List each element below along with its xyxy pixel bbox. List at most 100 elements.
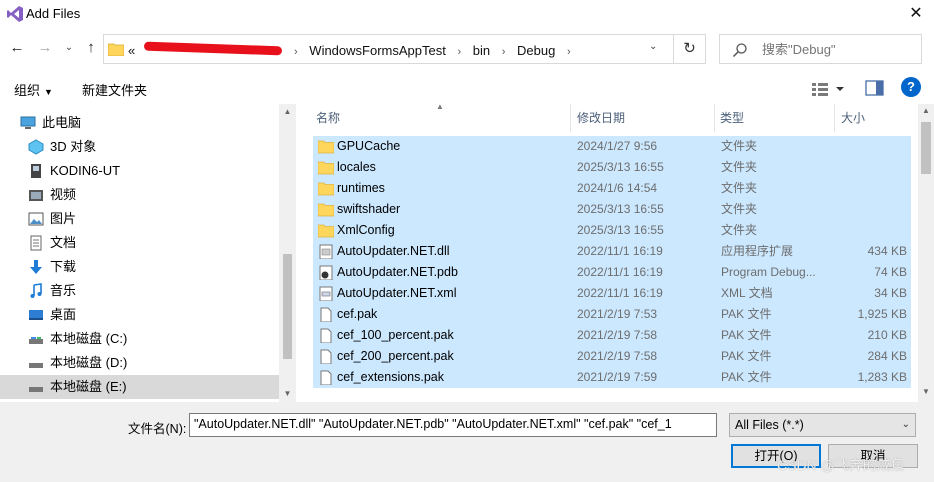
sidebar-item-disk-d[interactable]: 本地磁盘 (D:) bbox=[0, 351, 279, 375]
sidebar-item-pictures[interactable]: 图片 bbox=[0, 207, 279, 231]
table-row[interactable]: XmlConfig 2025/3/13 16:55 文件夹 bbox=[313, 220, 911, 241]
file-date: 2022/11/1 16:19 bbox=[577, 265, 663, 279]
3d-objects-icon bbox=[28, 139, 44, 155]
sidebar-item-downloads[interactable]: 下载 bbox=[0, 255, 279, 279]
sidebar-item-3d-objects[interactable]: 3D 对象 bbox=[0, 135, 279, 159]
sidebar-item-label: 桌面 bbox=[50, 307, 77, 322]
desktop-icon bbox=[29, 310, 43, 320]
scroll-down-icon[interactable]: ▼ bbox=[918, 387, 934, 396]
sidebar-item-label: KODIN6-UT bbox=[50, 163, 121, 178]
download-icon bbox=[30, 260, 42, 274]
column-header-type[interactable]: 类型 bbox=[720, 104, 744, 132]
file-type-select[interactable]: All Files (*.*) ⌄ bbox=[729, 413, 916, 437]
table-row[interactable]: AutoUpdater.NET.dll 2022/11/1 16:19 应用程序扩展… bbox=[313, 241, 911, 262]
table-row[interactable]: cef_100_percent.pak 2021/2/19 7:58 PAK 文件 2… bbox=[313, 325, 911, 346]
sidebar-item-disk-e[interactable]: 本地磁盘 (E:) bbox=[0, 375, 279, 399]
sidebar-item-music[interactable]: 音乐 bbox=[0, 279, 279, 303]
forward-button[interactable]: → bbox=[34, 36, 56, 60]
table-row[interactable]: AutoUpdater.NET.xml 2022/11/1 16:19 XML 文档… bbox=[313, 283, 911, 304]
navigation-bar: ← → ⌄ ↑ « › WindowsFormsAppTest › bin › … bbox=[0, 32, 934, 66]
filename-label: 文件名(N): bbox=[128, 422, 187, 436]
sidebar-item-disk-c[interactable]: 本地磁盘 (C:) bbox=[0, 327, 279, 351]
dll-icon bbox=[319, 244, 333, 259]
table-row[interactable]: swiftshader 2025/3/13 16:55 文件夹 bbox=[313, 199, 911, 220]
file-name: cef_100_percent.pak bbox=[337, 328, 454, 342]
table-row[interactable]: runtimes 2024/1/6 14:54 文件夹 bbox=[313, 178, 911, 199]
table-row[interactable]: cef.pak 2021/2/19 7:53 PAK 文件 1,925 KB bbox=[313, 304, 911, 325]
file-date: 2022/11/1 16:19 bbox=[577, 244, 663, 258]
xml-icon bbox=[319, 286, 333, 301]
table-row[interactable]: cef_200_percent.pak 2021/2/19 7:58 PAK 文件 2… bbox=[313, 346, 911, 367]
search-box[interactable] bbox=[719, 34, 922, 64]
file-type: 文件夹 bbox=[721, 139, 758, 153]
file-type: 文件夹 bbox=[721, 223, 758, 237]
file-name: locales bbox=[337, 160, 376, 174]
organize-menu[interactable]: 组织 ▼ bbox=[14, 80, 53, 99]
filename-input[interactable]: "AutoUpdater.NET.dll" "AutoUpdater.NET.p… bbox=[189, 413, 717, 437]
change-view-icon[interactable] bbox=[810, 78, 850, 98]
column-header-date[interactable]: 修改日期 bbox=[577, 104, 625, 132]
file-date: 2021/2/19 7:59 bbox=[577, 370, 658, 384]
file-type: PAK 文件 bbox=[721, 307, 772, 321]
sidebar-item-this-pc[interactable]: 此电脑 bbox=[0, 111, 279, 135]
sidebar-item-videos[interactable]: 视频 bbox=[0, 183, 279, 207]
address-dropdown-icon[interactable]: ⌄ bbox=[649, 41, 657, 52]
table-row[interactable]: AutoUpdater.NET.pdb 2022/11/1 16:19 Progra… bbox=[313, 262, 911, 283]
address-bar[interactable]: « › WindowsFormsAppTest › bin › Debug › … bbox=[103, 34, 674, 64]
scroll-up-icon[interactable]: ▲ bbox=[279, 104, 296, 120]
scroll-up-icon[interactable]: ▲ bbox=[918, 106, 934, 115]
sidebar-item-label: 本地磁盘 (D:) bbox=[50, 355, 128, 370]
column-divider[interactable] bbox=[834, 104, 835, 132]
column-divider[interactable] bbox=[714, 104, 715, 132]
search-input[interactable] bbox=[760, 41, 910, 58]
file-name: cef.pak bbox=[337, 307, 378, 321]
refresh-button[interactable]: ↻ bbox=[674, 34, 706, 64]
file-type: PAK 文件 bbox=[721, 349, 772, 363]
sidebar-item-label: 本地磁盘 (C:) bbox=[50, 331, 128, 346]
column-header-name[interactable]: 名称 bbox=[316, 104, 340, 132]
sidebar-item-label: 文档 bbox=[50, 235, 77, 250]
chevron-right-icon[interactable]: › bbox=[567, 46, 571, 58]
disk-icon bbox=[29, 387, 43, 392]
command-bar: 组织 ▼ 新建文件夹 ? bbox=[0, 70, 934, 104]
table-row[interactable]: locales 2025/3/13 16:55 文件夹 bbox=[313, 157, 911, 178]
sidebar-scrollbar[interactable]: ▲ ▼ bbox=[279, 104, 296, 402]
recent-locations-button[interactable]: ⌄ bbox=[58, 36, 80, 60]
up-button[interactable]: ↑ bbox=[80, 36, 102, 60]
column-header-size[interactable]: 大小 bbox=[841, 104, 865, 132]
column-divider[interactable] bbox=[570, 104, 571, 132]
chevron-right-icon[interactable]: › bbox=[457, 46, 461, 58]
back-button[interactable]: ← bbox=[6, 36, 28, 60]
chevron-right-icon[interactable]: › bbox=[502, 46, 506, 58]
chevron-right-icon: › bbox=[294, 46, 298, 58]
video-icon bbox=[29, 190, 43, 201]
organize-label: 组织 bbox=[14, 83, 41, 98]
sidebar-item-kodin6-ut[interactable]: KODIN6-UT bbox=[0, 159, 279, 183]
file-type: 应用程序扩展 bbox=[721, 244, 794, 258]
title-bar: Add Files ✕ bbox=[0, 0, 934, 28]
disk-icon bbox=[29, 363, 43, 368]
file-size: 1,925 KB bbox=[857, 307, 907, 321]
file-list-scrollbar[interactable]: ▲ ▼ bbox=[918, 104, 934, 402]
music-icon bbox=[30, 283, 42, 298]
sidebar-item-documents[interactable]: 文档 bbox=[0, 231, 279, 255]
table-row[interactable]: cef_extensions.pak 2021/2/19 7:59 PAK 文件 1,… bbox=[313, 367, 911, 388]
breadcrumb-item[interactable]: Debug bbox=[517, 43, 555, 58]
sidebar-item-desktop[interactable]: 桌面 bbox=[0, 303, 279, 327]
breadcrumb-item[interactable]: WindowsFormsAppTest bbox=[309, 43, 446, 58]
help-button[interactable]: ? bbox=[901, 77, 921, 97]
file-name: AutoUpdater.NET.dll bbox=[337, 244, 450, 258]
navigation-pane: 此电脑 3D 对象 KODIN6-UT 视频 图片 文档 下载 音乐 桌面 本地… bbox=[0, 104, 296, 402]
scrollbar-thumb[interactable] bbox=[921, 122, 931, 174]
breadcrumb-item[interactable]: bin bbox=[473, 43, 490, 58]
close-button[interactable]: ✕ bbox=[898, 0, 934, 28]
visual-studio-logo-icon bbox=[7, 6, 23, 22]
preview-pane-icon[interactable] bbox=[864, 78, 886, 98]
file-date: 2021/2/19 7:58 bbox=[577, 349, 658, 363]
scrollbar-thumb[interactable] bbox=[283, 254, 292, 359]
new-folder-button[interactable]: 新建文件夹 bbox=[82, 80, 147, 99]
address-overflow-indicator[interactable]: « bbox=[128, 43, 135, 58]
file-size: 74 KB bbox=[874, 265, 907, 279]
table-row[interactable]: GPUCache 2024/1/27 9:56 文件夹 bbox=[313, 136, 911, 157]
scroll-down-icon[interactable]: ▼ bbox=[279, 386, 296, 402]
